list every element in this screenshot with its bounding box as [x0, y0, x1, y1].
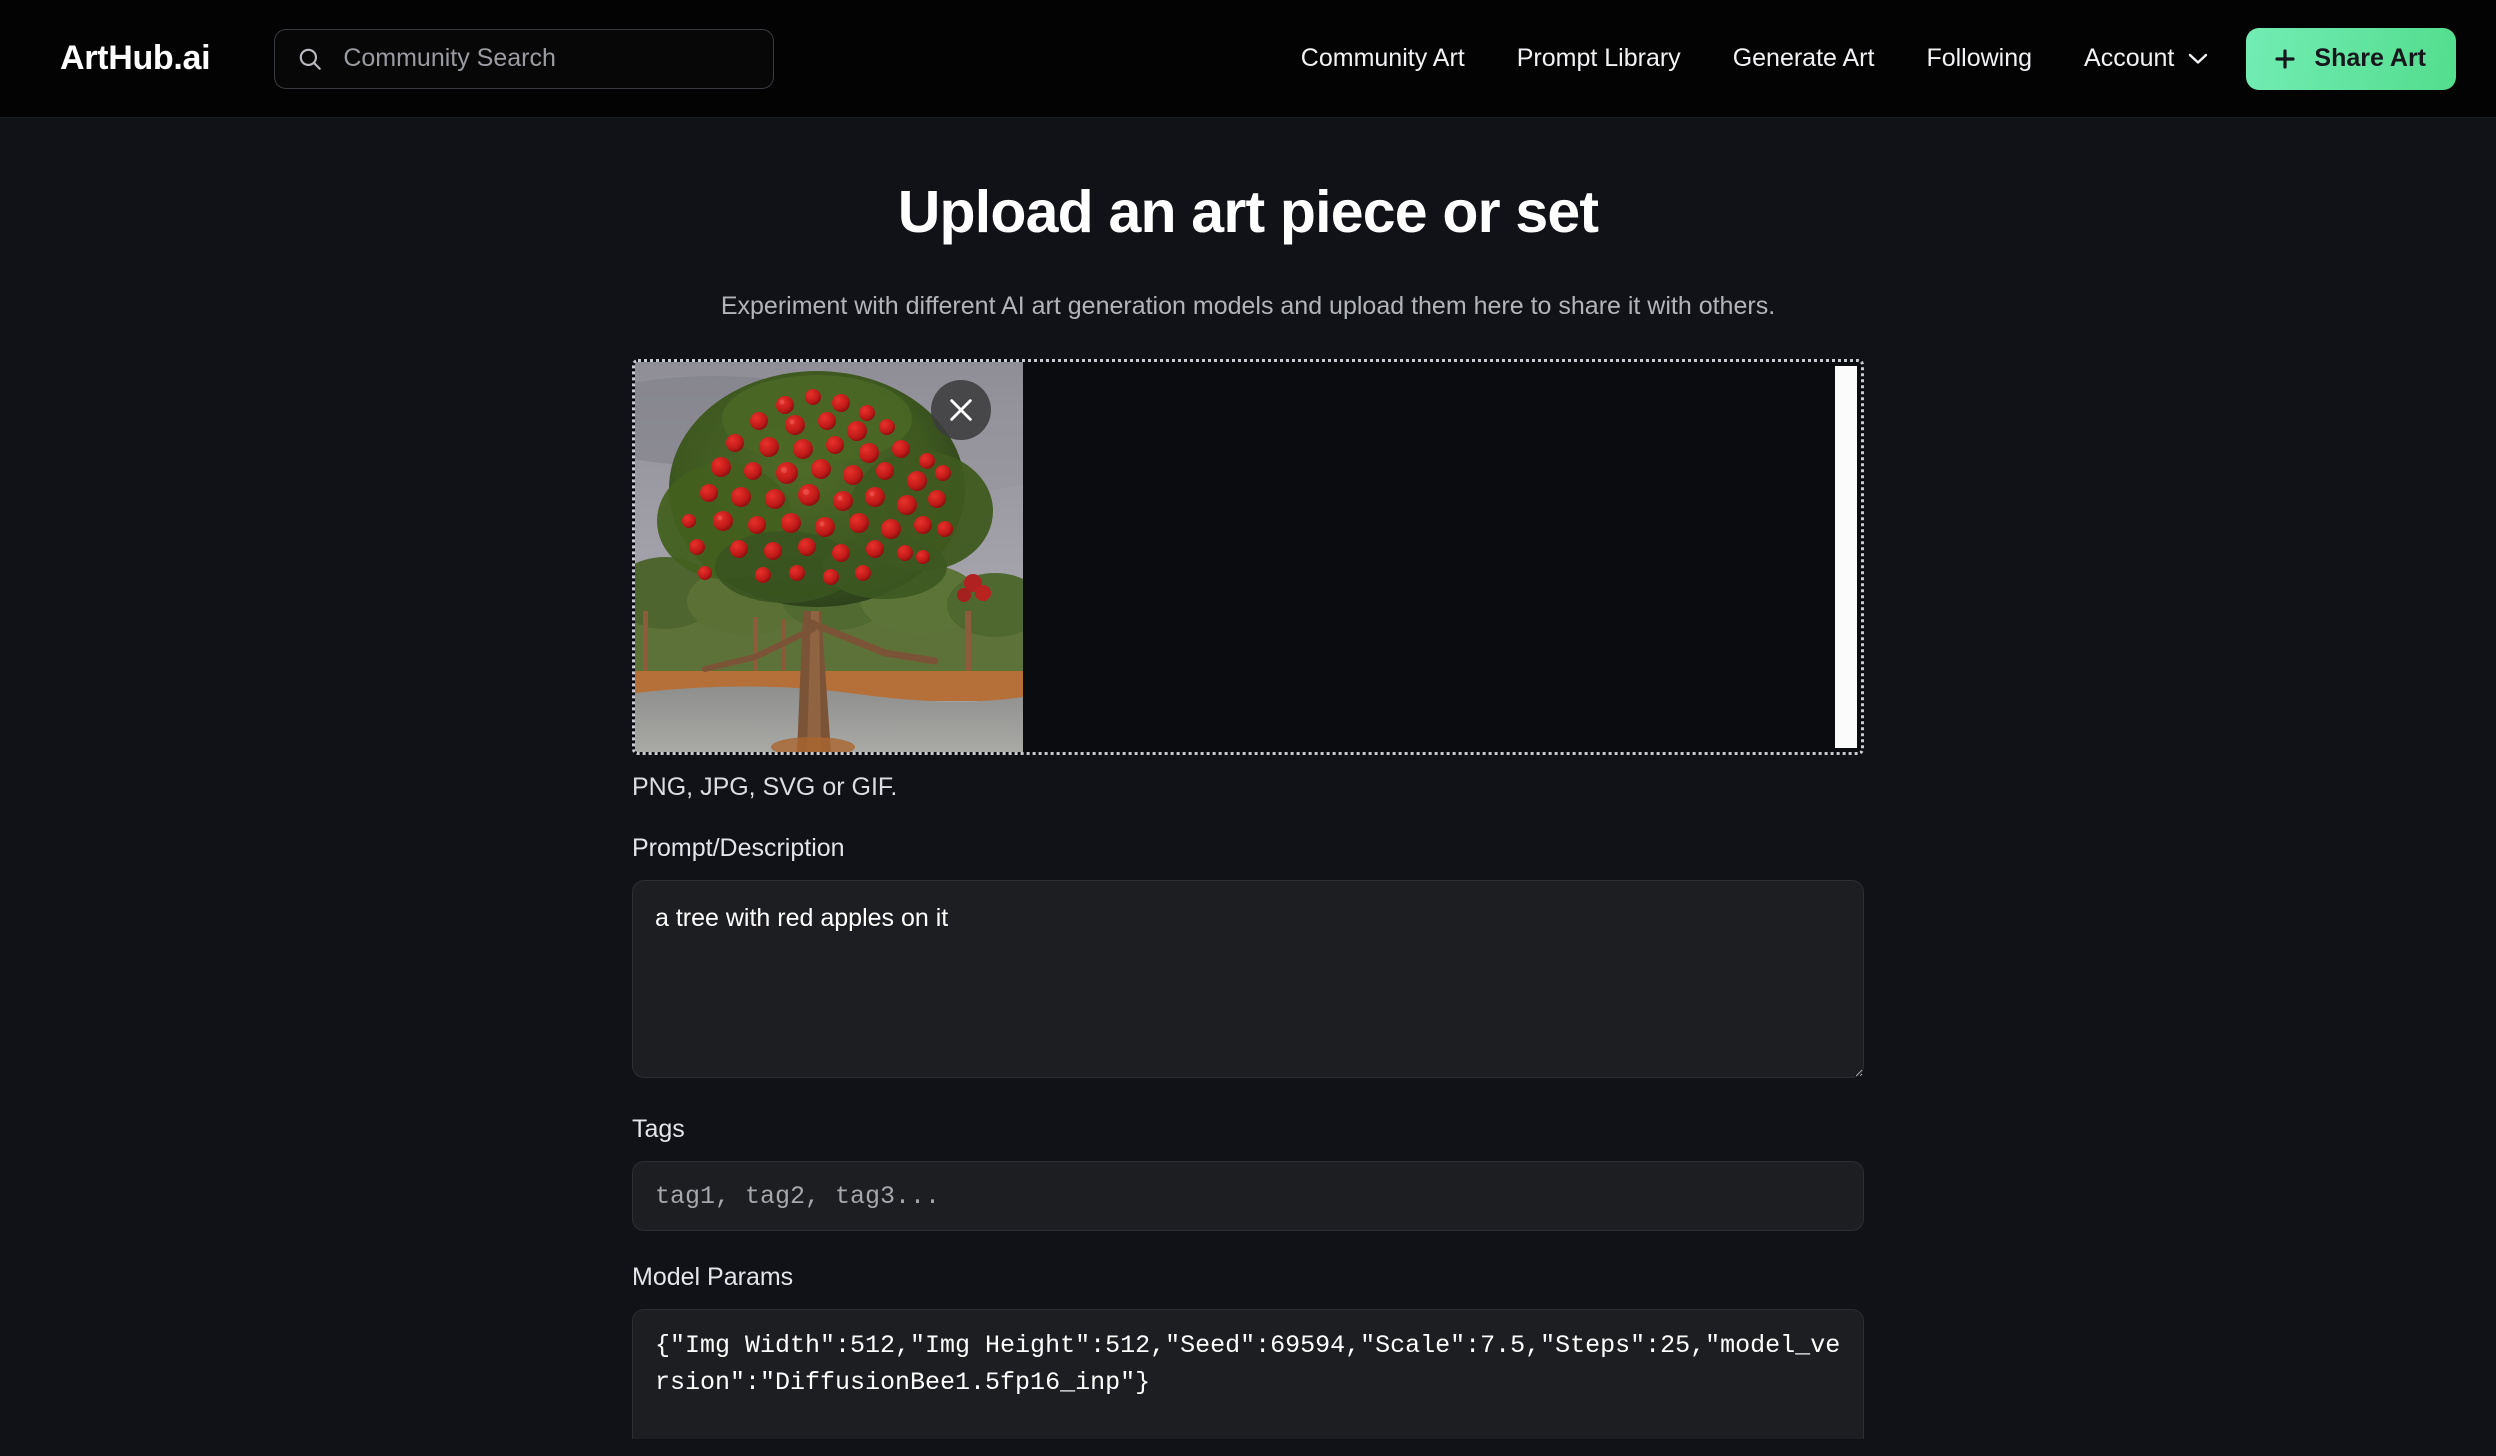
main-nav: Community Art Prompt Library Generate Ar… [1275, 27, 2456, 90]
page-title: Upload an art piece or set [897, 179, 1599, 245]
top-navigation-bar: ArtHub.ai Community Art Prompt Library G… [0, 0, 2496, 118]
model-params-label: Model Params [632, 1263, 794, 1291]
plus-icon [2274, 48, 2296, 70]
upload-form: PNG, JPG, SVG or GIF. Prompt/Description… [632, 359, 1864, 1444]
model-params-input[interactable] [632, 1309, 1864, 1439]
file-dropzone[interactable] [632, 359, 1864, 755]
page-subtitle: Experiment with different AI art generat… [720, 292, 1776, 320]
share-art-button[interactable]: Share Art [2246, 27, 2456, 90]
nav-link-generate-art[interactable]: Generate Art [1707, 44, 1901, 73]
chevron-down-icon [2188, 52, 2208, 65]
remove-image-button[interactable] [931, 380, 991, 440]
close-icon [947, 396, 975, 424]
search-icon [297, 46, 323, 72]
nav-account-dropdown[interactable]: Account [2058, 44, 2234, 73]
nav-link-following[interactable]: Following [1900, 44, 2058, 73]
site-logo[interactable]: ArtHub.ai [60, 39, 211, 78]
nav-link-community-art[interactable]: Community Art [1275, 44, 1491, 73]
share-art-label: Share Art [2314, 44, 2426, 72]
tags-label: Tags [632, 1115, 685, 1143]
nav-account-label: Account [2084, 44, 2175, 72]
dropzone-scrollbar[interactable] [1835, 366, 1857, 748]
tags-input[interactable] [632, 1161, 1864, 1231]
prompt-input[interactable] [632, 880, 1864, 1078]
search-input[interactable] [343, 44, 752, 73]
search-box[interactable] [274, 28, 775, 89]
file-type-hint: PNG, JPG, SVG or GIF. [632, 773, 898, 801]
nav-link-prompt-library[interactable]: Prompt Library [1491, 44, 1707, 73]
prompt-label: Prompt/Description [632, 834, 845, 862]
